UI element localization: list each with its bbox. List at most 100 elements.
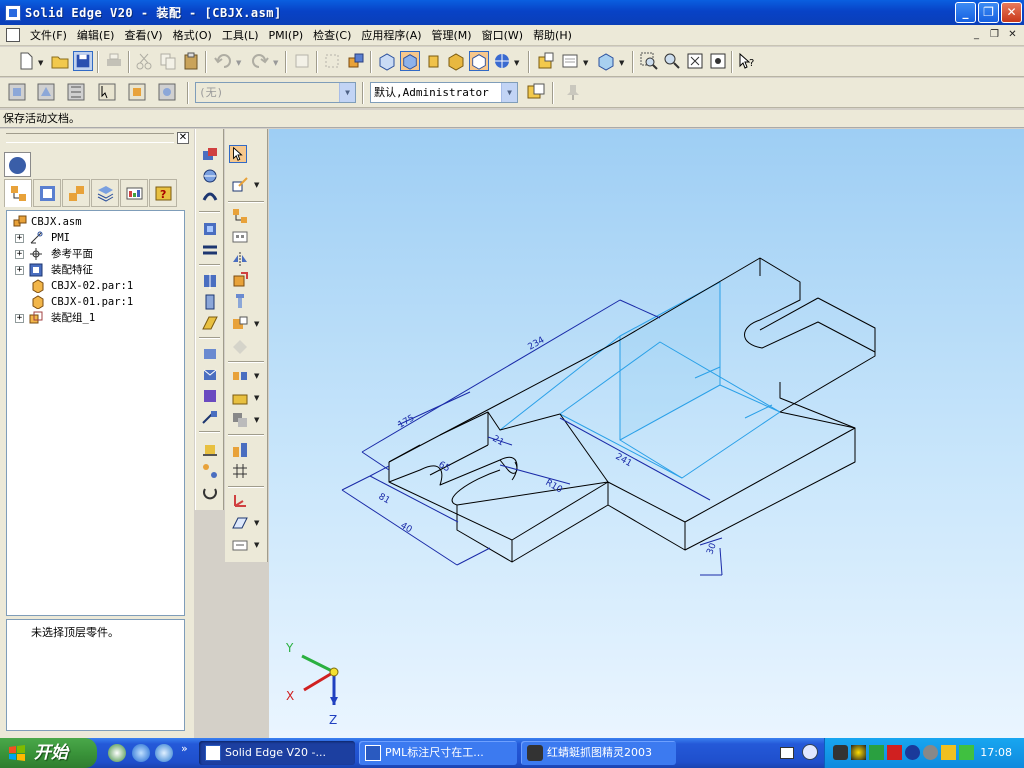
zoom-area-icon[interactable] [639,51,659,71]
solid-edge-app-icon[interactable] [5,4,21,21]
wire-harness-icon[interactable] [231,338,249,356]
menu-edit[interactable]: 编辑(E) [72,25,120,46]
tray-network-icon[interactable] [905,745,920,760]
expand-icon[interactable]: + [15,250,24,259]
edgebar-dock-button[interactable] [4,152,31,177]
menu-help[interactable]: 帮助(H) [528,25,577,46]
views-dropdown-arrow-icon[interactable]: ▼ [583,59,588,67]
task-solid-edge[interactable]: Solid Edge V20 -... [199,741,355,765]
expand-icon[interactable]: + [15,234,24,243]
task-screenshot-tool[interactable]: 红蜻蜓抓图精灵2003 [521,741,676,765]
redo-icon[interactable] [250,51,270,71]
menu-inspect[interactable]: 检查(C) [308,25,356,46]
expand-icon[interactable]: + [15,314,24,323]
smooth-shade-icon[interactable] [446,51,466,71]
new-dropdown-arrow-icon[interactable]: ▼ [38,59,43,67]
properties-icon[interactable] [292,51,312,71]
place-part-icon[interactable] [231,176,249,194]
motion-dropdown-arrow-icon[interactable]: ▼ [254,394,259,402]
place-part-dropdown-arrow-icon[interactable]: ▼ [254,181,259,189]
layer-dropdown-arrow-icon[interactable]: ▼ [339,83,355,102]
paste-icon[interactable] [181,51,201,71]
sketch-icon[interactable] [231,536,249,554]
assembly-tool-4-icon[interactable] [97,82,117,102]
frame-icon[interactable] [231,315,249,333]
select-tool-icon[interactable] [322,51,342,71]
menu-file[interactable]: 文件(F) [25,25,72,46]
explode-icon[interactable] [231,367,249,385]
quick-launch-more-icon[interactable]: » [181,742,188,755]
visible-edges-icon[interactable] [469,51,489,71]
frame-dropdown-arrow-icon[interactable]: ▼ [254,320,259,328]
pattern-icon[interactable] [231,228,249,246]
tab-parts-library[interactable] [33,179,61,207]
rotate-part-icon[interactable] [201,483,219,501]
tab-assembly-pathfinder[interactable] [4,179,32,207]
title-bar[interactable]: Solid Edge V20 - 装配 - [CBJX.asm] _ ❐ ✕ [0,0,1024,25]
menu-tools[interactable]: 工具(L) [217,25,264,46]
grid-table-icon[interactable] [231,462,249,480]
assembly-tool-1-icon[interactable] [7,82,27,102]
path-icon[interactable] [201,408,219,426]
flash-fit-icon[interactable] [201,188,219,206]
keyboard-icon[interactable] [780,747,794,759]
tray-app-icon[interactable] [869,745,884,760]
interference-dropdown-arrow-icon[interactable]: ▼ [254,416,259,424]
cut-icon[interactable] [134,51,154,71]
panel-grip[interactable] [6,133,174,143]
undo-icon[interactable] [213,51,233,71]
doc-restore-button[interactable]: ❐ [987,28,1002,42]
tray-shield-icon[interactable] [941,745,956,760]
copy-icon[interactable] [158,51,178,71]
align-icon[interactable] [201,241,219,259]
pan-icon[interactable] [708,51,728,71]
planar-align-icon[interactable] [201,314,219,332]
system-clock[interactable]: 17:08 [980,738,1012,768]
task-pml-document[interactable]: PML标注尺寸在工... [359,741,517,765]
quick-launch-app-icon[interactable] [155,744,173,762]
bill-of-materials-icon[interactable] [231,441,249,459]
insert-icon[interactable] [201,293,219,311]
new-file-icon[interactable] [16,51,36,71]
maximize-button[interactable]: ❐ [978,2,999,23]
explode-dropdown-arrow-icon[interactable]: ▼ [254,372,259,380]
tray-volume-icon[interactable] [923,745,938,760]
panel-close-icon[interactable]: ✕ [177,132,189,144]
open-folder-icon[interactable] [50,51,70,71]
gear-relation-icon[interactable] [201,387,219,405]
tray-qq-icon[interactable] [851,745,866,760]
cam-icon[interactable] [201,366,219,384]
graphics-viewport[interactable]: 234 175 241 65 21 81 40 R10 30 Y X Z [269,129,1024,738]
save-icon[interactable] [73,51,93,71]
minimize-button[interactable]: _ [955,2,976,23]
tab-layers[interactable] [91,179,119,207]
zoom-icon[interactable] [662,51,682,71]
sketch-plane-icon[interactable] [231,514,249,532]
render-sphere-icon[interactable] [492,51,512,71]
view-orientation-icon[interactable] [536,51,556,71]
select-arrow-icon[interactable] [229,145,247,163]
print-icon[interactable] [104,51,124,71]
layer-manager-icon[interactable] [526,82,546,102]
axial-align-icon[interactable] [201,272,219,290]
assembly-tool-3-icon[interactable] [66,82,86,102]
tray-camera-icon[interactable] [833,745,848,760]
tangent-icon[interactable] [201,345,219,363]
coordinate-system-icon[interactable] [231,492,249,510]
layer-select[interactable]: (无) ▼ [195,82,356,103]
menu-applications[interactable]: 应用程序(A) [356,25,426,46]
wireframe-view-icon[interactable] [377,51,397,71]
tab-help[interactable]: ? [149,179,177,207]
named-views-icon[interactable] [560,51,580,71]
interference-icon[interactable] [231,411,249,429]
render-dropdown-arrow-icon[interactable]: ▼ [514,59,519,67]
assembly-tool-6-icon[interactable] [157,82,177,102]
menu-view[interactable]: 查看(V) [119,25,167,46]
assembly-tool-5-icon[interactable] [127,82,147,102]
menu-manage[interactable]: 管理(M) [427,25,477,46]
assembly-path-icon[interactable] [231,207,249,225]
mate-icon[interactable] [201,220,219,238]
user-dropdown-arrow-icon[interactable]: ▼ [501,83,517,102]
fit-icon[interactable] [685,51,705,71]
pin-tool-icon[interactable] [564,82,584,102]
